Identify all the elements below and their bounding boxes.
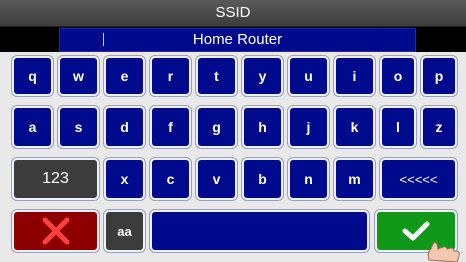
key-h[interactable]: h: [242, 106, 283, 148]
key-n[interactable]: n: [288, 158, 329, 200]
key-c[interactable]: c: [150, 158, 191, 200]
key-w[interactable]: w: [58, 56, 99, 96]
key-s[interactable]: s: [58, 106, 99, 148]
window-title: SSID: [0, 0, 466, 27]
key-g[interactable]: g: [196, 106, 237, 148]
x-icon: [41, 216, 71, 246]
key-d[interactable]: d: [104, 106, 145, 148]
key-b[interactable]: b: [242, 158, 283, 200]
key-u[interactable]: u: [288, 56, 329, 96]
ssid-input-value: Home Router: [192, 31, 283, 48]
key-q[interactable]: q: [12, 56, 53, 96]
checkmark-icon: [402, 220, 430, 242]
key-e[interactable]: e: [104, 56, 145, 96]
key-p[interactable]: p: [421, 56, 457, 96]
cancel-button[interactable]: [12, 210, 99, 252]
key-i[interactable]: i: [334, 56, 375, 96]
key-k[interactable]: k: [334, 106, 375, 148]
ssid-input[interactable]: Home Router: [59, 28, 416, 52]
key-t[interactable]: t: [196, 56, 237, 96]
key-y[interactable]: y: [242, 56, 283, 96]
key-v[interactable]: v: [196, 158, 237, 200]
key-l[interactable]: l: [380, 106, 416, 148]
key-o[interactable]: o: [380, 56, 416, 96]
backspace-button[interactable]: <<<<<: [380, 158, 457, 200]
key-m[interactable]: m: [334, 158, 375, 200]
numeric-mode-button[interactable]: 123: [12, 158, 99, 200]
hand-pointer-icon: [423, 240, 461, 262]
key-a[interactable]: a: [12, 106, 53, 148]
text-cursor: [103, 33, 104, 46]
key-z[interactable]: z: [421, 106, 457, 148]
space-bar[interactable]: [150, 210, 369, 252]
case-toggle-button[interactable]: aa: [104, 210, 145, 252]
key-f[interactable]: f: [150, 106, 191, 148]
key-j[interactable]: j: [288, 106, 329, 148]
key-x[interactable]: x: [104, 158, 145, 200]
key-r[interactable]: r: [150, 56, 191, 96]
keyboard: q w e r t y u i o p a s d f g h j k l z …: [0, 52, 466, 262]
